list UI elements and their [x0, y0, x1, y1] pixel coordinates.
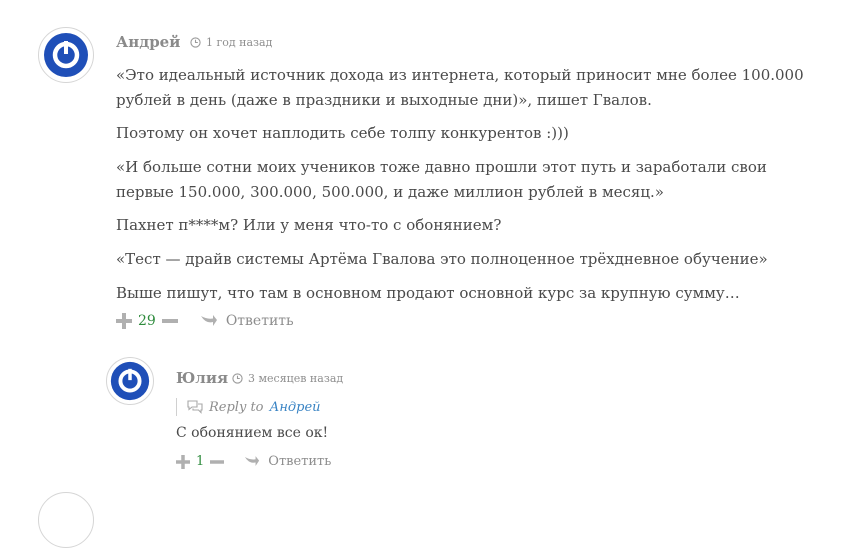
- comment-time[interactable]: 1 год назад: [190, 36, 272, 49]
- time-text: 3 месяцев назад: [248, 372, 344, 385]
- downvote-minus-icon[interactable]: [161, 313, 178, 329]
- clock-icon: [190, 37, 201, 48]
- reply-button[interactable]: Ответить: [200, 313, 294, 329]
- comment-text-line: «И больше сотни моих учеников тоже давно…: [116, 158, 767, 176]
- comment-time[interactable]: 3 месяцев назад: [232, 372, 343, 385]
- reply-label: Ответить: [225, 313, 294, 329]
- power-logo-icon: [110, 361, 150, 401]
- comment-text-line: рублей в день (даже в праздники и выходн…: [116, 91, 652, 109]
- comment-text-line: первые 150.000, 300.000, 500.000, и даже…: [116, 183, 664, 201]
- comment-text-line: «Это идеальный источник дохода из интерн…: [116, 66, 804, 84]
- reply-to-reference: Reply to Андрей: [176, 398, 321, 416]
- upvote-plus-icon[interactable]: [176, 454, 190, 469]
- avatar[interactable]: [38, 492, 94, 548]
- reply-to-author-link[interactable]: Андрей: [270, 400, 321, 415]
- vote-controls: 29 Ответить: [116, 313, 294, 329]
- power-logo-icon: [44, 33, 88, 77]
- reply-to-label: Reply to: [209, 399, 264, 415]
- speech-bubbles-icon: [187, 400, 203, 414]
- comment-text-line: «Тест — драйв системы Артёма Гвалова это…: [116, 250, 768, 268]
- reply-arrow-icon: [245, 456, 260, 466]
- comment-text-line: Выше пишут, что там в основном продают о…: [116, 284, 740, 302]
- vote-count: 1: [196, 454, 205, 469]
- reply-arrow-icon: [200, 315, 217, 326]
- avatar[interactable]: [38, 27, 94, 83]
- time-text: 1 год назад: [206, 36, 273, 49]
- reply-label: Ответить: [268, 454, 332, 469]
- comment-text-line: Поэтому он хочет наплодить себе толпу ко…: [116, 124, 569, 142]
- vote-controls: 1 Ответить: [176, 454, 331, 469]
- clock-icon: [232, 373, 243, 384]
- upvote-plus-icon[interactable]: [116, 313, 132, 329]
- vote-count: 29: [138, 313, 156, 329]
- comment-text-line: С обонянием все ок!: [176, 425, 329, 441]
- downvote-minus-icon[interactable]: [210, 455, 225, 469]
- avatar[interactable]: [106, 357, 154, 405]
- comment-text-line: Пахнет п****м? Или у меня что-то с обоня…: [116, 216, 502, 234]
- reply-button[interactable]: Ответить: [244, 454, 331, 469]
- comment-author[interactable]: Андрей: [116, 33, 180, 51]
- comment-author[interactable]: Юлия: [176, 369, 228, 387]
